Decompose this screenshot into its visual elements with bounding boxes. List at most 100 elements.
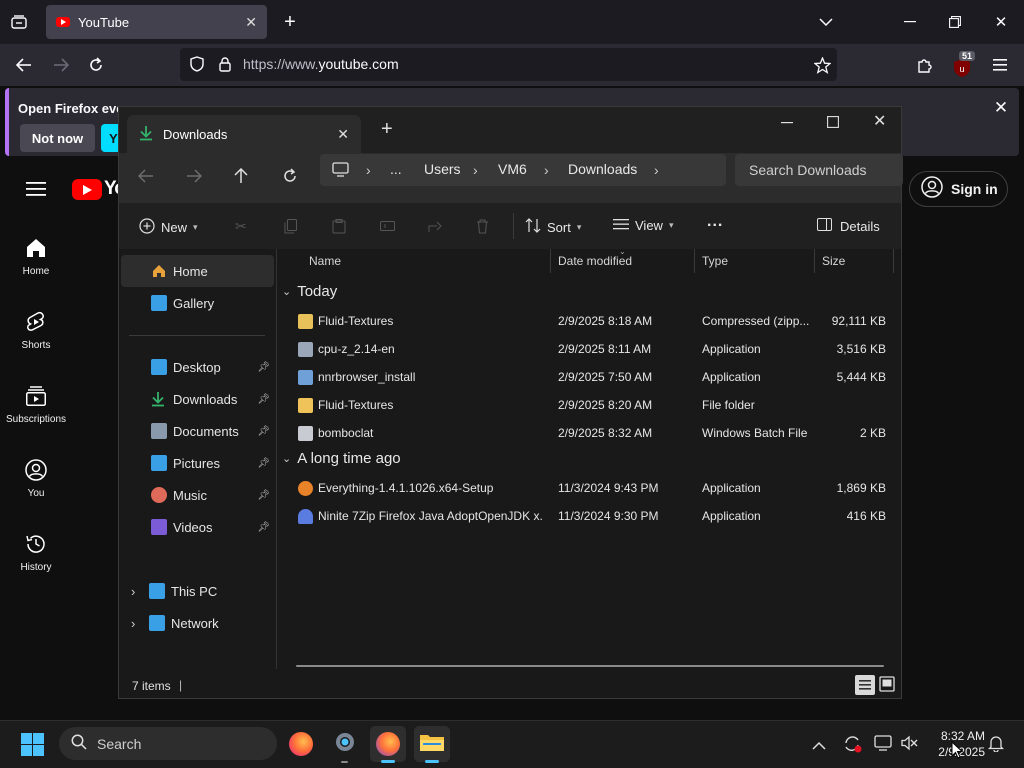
- pin-icon[interactable]: 📌︎: [257, 394, 270, 405]
- nav-item-home[interactable]: Home: [121, 255, 274, 287]
- taskbar-settings-app[interactable]: [327, 726, 363, 762]
- close-tab-icon[interactable]: ✕: [245, 14, 257, 31]
- volume-muted-icon[interactable]: [901, 735, 918, 756]
- file-row[interactable]: bomboclat 2/9/2025 8:32 AM Windows Batch…: [278, 419, 898, 447]
- group-header-today[interactable]: ⌄ Today: [282, 283, 337, 300]
- notification-bell-icon[interactable]: [987, 735, 1005, 757]
- close-window-icon[interactable]: ✕: [873, 111, 886, 131]
- expand-chevron-icon[interactable]: ›: [131, 584, 145, 599]
- nav-item-network[interactable]: › Network: [121, 607, 274, 639]
- breadcrumb-vm6[interactable]: VM6: [498, 161, 527, 177]
- breadcrumb[interactable]: › ... Users › VM6 › Downloads ›: [320, 154, 726, 186]
- forward-icon[interactable]: [186, 169, 203, 188]
- nav-item-music[interactable]: Music 📌︎: [121, 479, 274, 511]
- paste-icon[interactable]: [332, 219, 346, 237]
- details-view-toggle[interactable]: [855, 675, 875, 695]
- start-button[interactable]: [21, 733, 44, 756]
- network-icon[interactable]: [874, 735, 892, 756]
- search-downloads-input[interactable]: Search Downloads: [735, 154, 903, 186]
- nav-item-videos[interactable]: Videos 📌︎: [121, 511, 274, 543]
- file-row[interactable]: Ninite 7Zip Firefox Java AdoptOpenJDK x.…: [278, 502, 898, 530]
- bookmark-star-icon[interactable]: [812, 55, 832, 75]
- subscriptions-icon: [24, 384, 48, 408]
- file-row[interactable]: Fluid-Textures 2/9/2025 8:18 AM Compress…: [278, 307, 898, 335]
- taskbar-file-explorer-app[interactable]: [414, 726, 450, 762]
- taskbar-firefox-app[interactable]: [283, 726, 319, 762]
- back-icon[interactable]: [137, 169, 154, 188]
- pin-icon[interactable]: 📌︎: [257, 362, 270, 373]
- back-icon[interactable]: [14, 55, 34, 75]
- maximize-window-icon[interactable]: [827, 115, 843, 131]
- lock-icon[interactable]: [216, 55, 234, 73]
- details-pane-button[interactable]: Details: [817, 218, 880, 234]
- minimize-window-icon[interactable]: [781, 115, 797, 131]
- ublock-extension-icon[interactable]: u 51: [950, 51, 976, 78]
- close-notification-icon[interactable]: ✕: [991, 98, 1011, 118]
- youtube-nav-home[interactable]: Home: [0, 236, 72, 277]
- nav-item-desktop[interactable]: Desktop 📌︎: [121, 351, 274, 383]
- nav-item-pictures[interactable]: Pictures 📌︎: [121, 447, 274, 479]
- tab-list-icon[interactable]: [8, 12, 30, 32]
- file-row[interactable]: nnrbrowser_install 2/9/2025 7:50 AM Appl…: [278, 363, 898, 391]
- minimize-window-icon[interactable]: [900, 12, 920, 32]
- file-row[interactable]: Fluid-Textures 2/9/2025 8:20 AM File fol…: [278, 391, 898, 419]
- up-directory-icon[interactable]: [234, 167, 248, 189]
- breadcrumb-downloads[interactable]: Downloads: [568, 161, 637, 177]
- horizontal-scrollbar[interactable]: [296, 665, 884, 667]
- group-header-long-time-ago[interactable]: ⌄ A long time ago: [282, 450, 401, 467]
- pin-icon[interactable]: 📌︎: [257, 458, 270, 469]
- forward-icon[interactable]: [51, 55, 71, 75]
- not-now-button[interactable]: Not now: [20, 124, 95, 152]
- taskbar-firefox-window[interactable]: [370, 726, 406, 762]
- new-explorer-tab-icon[interactable]: +: [381, 118, 393, 141]
- column-header-size[interactable]: Size: [815, 249, 894, 273]
- more-options-button[interactable]: ...: [707, 213, 723, 231]
- expand-chevron-icon[interactable]: ›: [131, 616, 145, 631]
- cut-icon[interactable]: ✂: [235, 218, 247, 235]
- nav-item-this-pc[interactable]: › This PC: [121, 575, 274, 607]
- rename-icon[interactable]: [380, 219, 395, 236]
- hamburger-menu-icon[interactable]: [990, 55, 1010, 75]
- nav-item-documents[interactable]: Documents 📌︎: [121, 415, 274, 447]
- taskbar-search-box[interactable]: Search: [59, 727, 277, 760]
- show-hidden-icons-chevron-icon[interactable]: [812, 737, 826, 755]
- close-window-icon[interactable]: ✕: [991, 12, 1011, 32]
- tracking-protection-shield-icon[interactable]: [188, 55, 206, 73]
- new-button[interactable]: New ▾: [139, 218, 198, 237]
- chevron-down-icon[interactable]: [816, 12, 836, 32]
- address-bar[interactable]: https://www.youtube.com: [180, 48, 837, 81]
- youtube-nav-shorts[interactable]: Shorts: [0, 310, 72, 351]
- pin-icon[interactable]: 📌︎: [257, 426, 270, 437]
- sign-in-button[interactable]: Sign in: [909, 171, 1008, 207]
- delete-icon[interactable]: [476, 219, 489, 237]
- youtube-nav-you[interactable]: You: [0, 458, 72, 499]
- share-icon[interactable]: [428, 219, 443, 236]
- column-header-type[interactable]: Type: [695, 249, 815, 273]
- file-size: 5,444 KB: [836, 370, 886, 384]
- new-tab-icon[interactable]: +: [280, 11, 300, 33]
- file-row[interactable]: Everything-1.4.1.1026.x64-Setup 11/3/202…: [278, 474, 898, 502]
- file-row[interactable]: cpu-z_2.14-en 2/9/2025 8:11 AM Applicati…: [278, 335, 898, 363]
- restore-window-icon[interactable]: [945, 12, 965, 32]
- tiles-view-toggle[interactable]: [879, 676, 895, 692]
- explorer-tab-downloads[interactable]: Downloads ✕: [127, 115, 361, 153]
- view-button[interactable]: View ▾: [613, 218, 673, 233]
- column-header-name[interactable]: Name: [302, 249, 551, 273]
- pin-icon[interactable]: 📌︎: [257, 522, 270, 533]
- youtube-nav-subscriptions[interactable]: Subscriptions: [0, 384, 72, 425]
- breadcrumb-overflow[interactable]: ...: [390, 161, 402, 177]
- browser-tab-youtube[interactable]: YouTube ✕: [46, 5, 267, 39]
- breadcrumb-users[interactable]: Users: [424, 161, 461, 177]
- youtube-logo[interactable]: Yo: [72, 178, 126, 200]
- pin-icon[interactable]: 📌︎: [257, 490, 270, 501]
- nav-item-downloads[interactable]: Downloads 📌︎: [121, 383, 274, 415]
- copy-icon[interactable]: [284, 219, 298, 237]
- refresh-icon[interactable]: [282, 168, 298, 189]
- close-tab-icon[interactable]: ✕: [337, 126, 349, 143]
- nav-item-gallery[interactable]: Gallery: [121, 287, 274, 319]
- extensions-icon[interactable]: [914, 55, 934, 75]
- youtube-nav-history[interactable]: History: [0, 532, 72, 573]
- reload-icon[interactable]: [86, 55, 106, 75]
- sort-button[interactable]: Sort ▾: [525, 218, 581, 236]
- sync-update-icon[interactable]: [843, 735, 863, 758]
